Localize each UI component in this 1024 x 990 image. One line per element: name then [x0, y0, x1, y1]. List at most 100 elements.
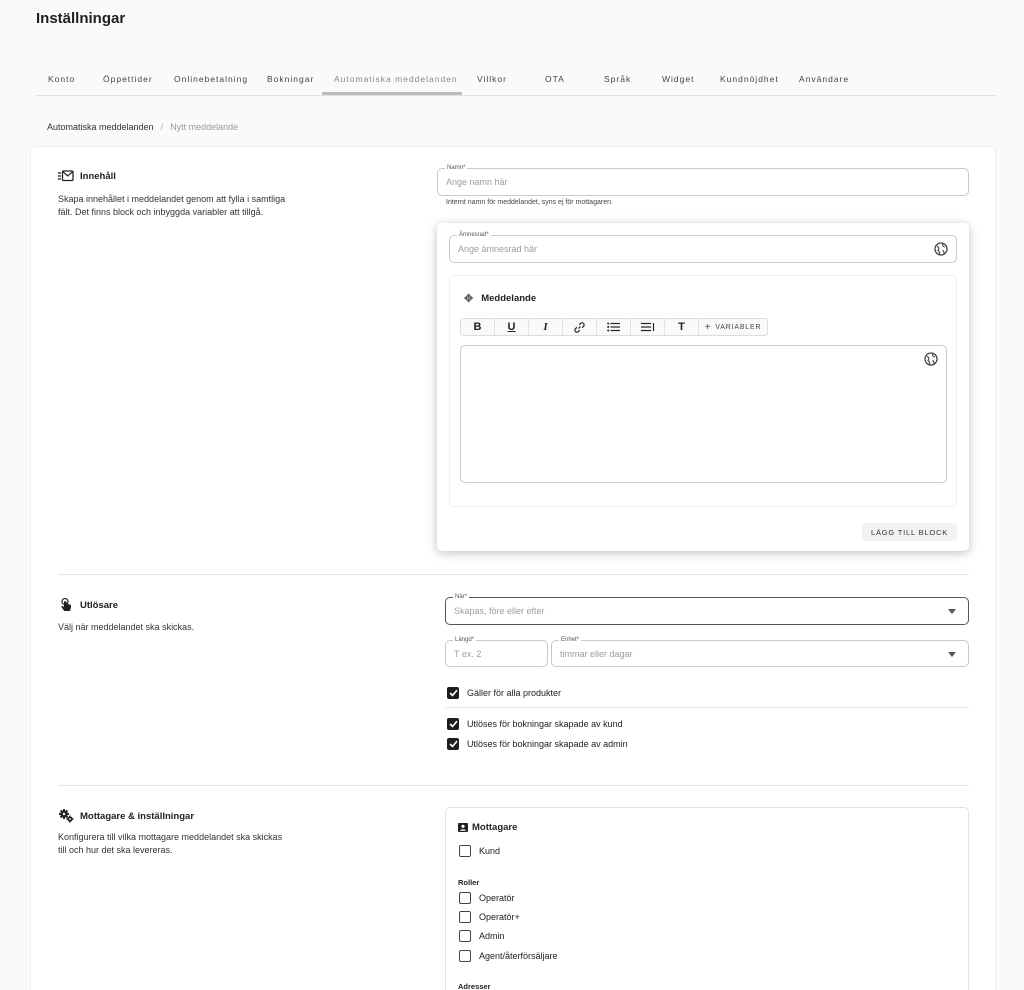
- underline-icon: U: [507, 321, 516, 333]
- tab-bokningar[interactable]: Bokningar: [267, 74, 314, 84]
- add-block-button[interactable]: LÄGG TILL BLOCK: [861, 523, 957, 541]
- breadcrumb: Automatiska meddelanden / Nytt meddelande: [47, 122, 238, 132]
- message-form-card: Innehåll Skapa innehållet i meddelandet …: [30, 146, 996, 990]
- name-field: Namn*: [437, 164, 969, 196]
- message-block-title: ✥ Meddelande: [464, 292, 536, 305]
- touch-icon: [58, 598, 74, 612]
- tab-ota[interactable]: OTA: [545, 74, 565, 84]
- numbered-list-icon: [640, 322, 654, 332]
- all-products-label: Gäller för alla produkter: [467, 688, 562, 698]
- admin-booking-checkbox[interactable]: [447, 738, 459, 750]
- unit-select[interactable]: Enhet*: [551, 636, 969, 667]
- link-icon: [574, 321, 585, 333]
- role-label: Operatör+: [479, 912, 520, 922]
- active-tab-indicator: [322, 92, 462, 95]
- message-editor[interactable]: [460, 345, 947, 483]
- recipients-description: Konfigurera till vilka mottagare meddela…: [58, 832, 283, 855]
- breadcrumb-separator: /: [160, 122, 164, 132]
- tab-automatiska-meddelanden[interactable]: Automatiska meddelanden: [334, 74, 458, 84]
- role-row[interactable]: Operatör+: [459, 911, 520, 923]
- role-checkbox[interactable]: [459, 950, 471, 962]
- variables-label: VARIABLER: [715, 323, 762, 331]
- recipients-section-title: Mottagare & inställningar: [58, 809, 194, 823]
- all-products-checkbox-row[interactable]: Gäller för alla produkter: [447, 687, 561, 699]
- customer-booking-checkbox[interactable]: [447, 718, 459, 730]
- length-field: Längd*: [445, 636, 548, 667]
- customer-booking-checkbox-row[interactable]: Utlöses för bokningar skapade av kund: [447, 718, 623, 730]
- trigger-description: Välj när meddelandet ska skickas.: [58, 622, 195, 632]
- language-globe-icon[interactable]: [934, 242, 948, 256]
- contact-card-icon: [458, 823, 468, 832]
- numbered-list-button[interactable]: [631, 319, 665, 335]
- role-label: Admin: [479, 931, 505, 941]
- bullet-list-button[interactable]: [597, 319, 631, 335]
- trigger-section-title: Utlösare: [58, 598, 118, 612]
- trigger-title-text: Utlösare: [80, 599, 119, 611]
- tab-kundnojdhet[interactable]: Kundnöjdhet: [720, 74, 779, 84]
- admin-booking-checkbox-row[interactable]: Utlöses för bokningar skapade av admin: [447, 738, 628, 750]
- tab-villkor[interactable]: Villkor: [477, 74, 507, 84]
- underline-button[interactable]: U: [495, 319, 529, 335]
- link-button[interactable]: [563, 319, 597, 335]
- unit-input[interactable]: [560, 648, 936, 659]
- length-input[interactable]: [454, 648, 539, 659]
- checkmark-icon: [448, 689, 458, 697]
- when-field-label: När*: [453, 593, 470, 601]
- unit-field-label: Enhet*: [559, 636, 582, 644]
- admin-booking-label: Utlöses för bokningar skapade av admin: [467, 739, 628, 749]
- when-input[interactable]: [454, 606, 936, 616]
- content-title-text: Innehåll: [80, 170, 116, 182]
- role-row[interactable]: Operatör: [459, 892, 515, 904]
- email-list-icon: [58, 169, 74, 183]
- recipients-title-text: Mottagare & inställningar: [80, 810, 195, 822]
- recipients-panel: Mottagare Kund Roller Operatör Operatör+…: [445, 807, 969, 990]
- when-select[interactable]: När*: [445, 593, 969, 625]
- text-format-button[interactable]: T: [665, 319, 699, 335]
- content-section-title: Innehåll: [58, 169, 116, 183]
- addresses-heading: Adresser: [458, 982, 491, 990]
- subject-input[interactable]: [458, 244, 924, 254]
- subject-field-label: Ämnesrad*: [457, 231, 491, 239]
- tab-onlinebetalning[interactable]: Onlinebetalning: [174, 74, 248, 84]
- tab-oppettider[interactable]: Öppettider: [103, 74, 153, 84]
- variables-button[interactable]: + VARIABLER: [699, 319, 767, 335]
- subject-field: Ämnesrad*: [449, 231, 957, 263]
- bullet-list-icon: [607, 322, 620, 332]
- customer-recipient-checkbox[interactable]: [459, 845, 471, 857]
- all-products-checkbox[interactable]: [447, 687, 459, 699]
- section-divider: [58, 574, 969, 575]
- message-block-title-text: Meddelande: [481, 293, 537, 304]
- tab-sprak[interactable]: Språk: [604, 74, 631, 84]
- italic-button[interactable]: I: [529, 319, 563, 335]
- checkmark-icon: [448, 740, 458, 748]
- recipients-heading: Mottagare: [458, 822, 517, 833]
- role-checkbox[interactable]: [459, 911, 471, 923]
- breadcrumb-current: Nytt meddelande: [170, 122, 239, 132]
- checkbox-divider: [445, 707, 969, 708]
- editor-language-globe-icon[interactable]: [924, 352, 938, 366]
- role-checkbox[interactable]: [459, 930, 471, 942]
- name-helper-text: Internt namn för meddelandet, syns ej fö…: [446, 199, 613, 206]
- role-row[interactable]: Admin: [459, 930, 505, 942]
- italic-icon: I: [543, 321, 548, 333]
- customer-recipient-label: Kund: [479, 846, 501, 856]
- tab-konto[interactable]: Konto: [48, 74, 75, 84]
- page-title: Inställningar: [36, 10, 126, 27]
- roles-heading: Roller: [458, 878, 480, 887]
- role-checkbox[interactable]: [459, 892, 471, 904]
- breadcrumb-parent[interactable]: Automatiska meddelanden: [47, 122, 154, 132]
- message-block: ✥ Meddelande B U I T + VARIABLER: [449, 275, 957, 507]
- gears-icon: [58, 809, 74, 823]
- tab-widget[interactable]: Widget: [662, 74, 694, 84]
- tab-anvandare[interactable]: Användare: [799, 74, 849, 84]
- role-label: Operatör: [479, 893, 515, 903]
- text-format-icon: T: [678, 321, 685, 333]
- customer-recipient-row[interactable]: Kund: [459, 845, 500, 857]
- drag-handle-icon[interactable]: ✥: [464, 292, 473, 305]
- length-field-label: Längd*: [453, 636, 477, 644]
- settings-tabs: Konto Öppettider Onlinebetalning Bokning…: [36, 68, 996, 96]
- bold-button[interactable]: B: [461, 319, 495, 335]
- plus-icon: +: [704, 321, 712, 333]
- name-input[interactable]: [446, 177, 936, 187]
- role-row[interactable]: Agent/återförsäljare: [459, 950, 558, 962]
